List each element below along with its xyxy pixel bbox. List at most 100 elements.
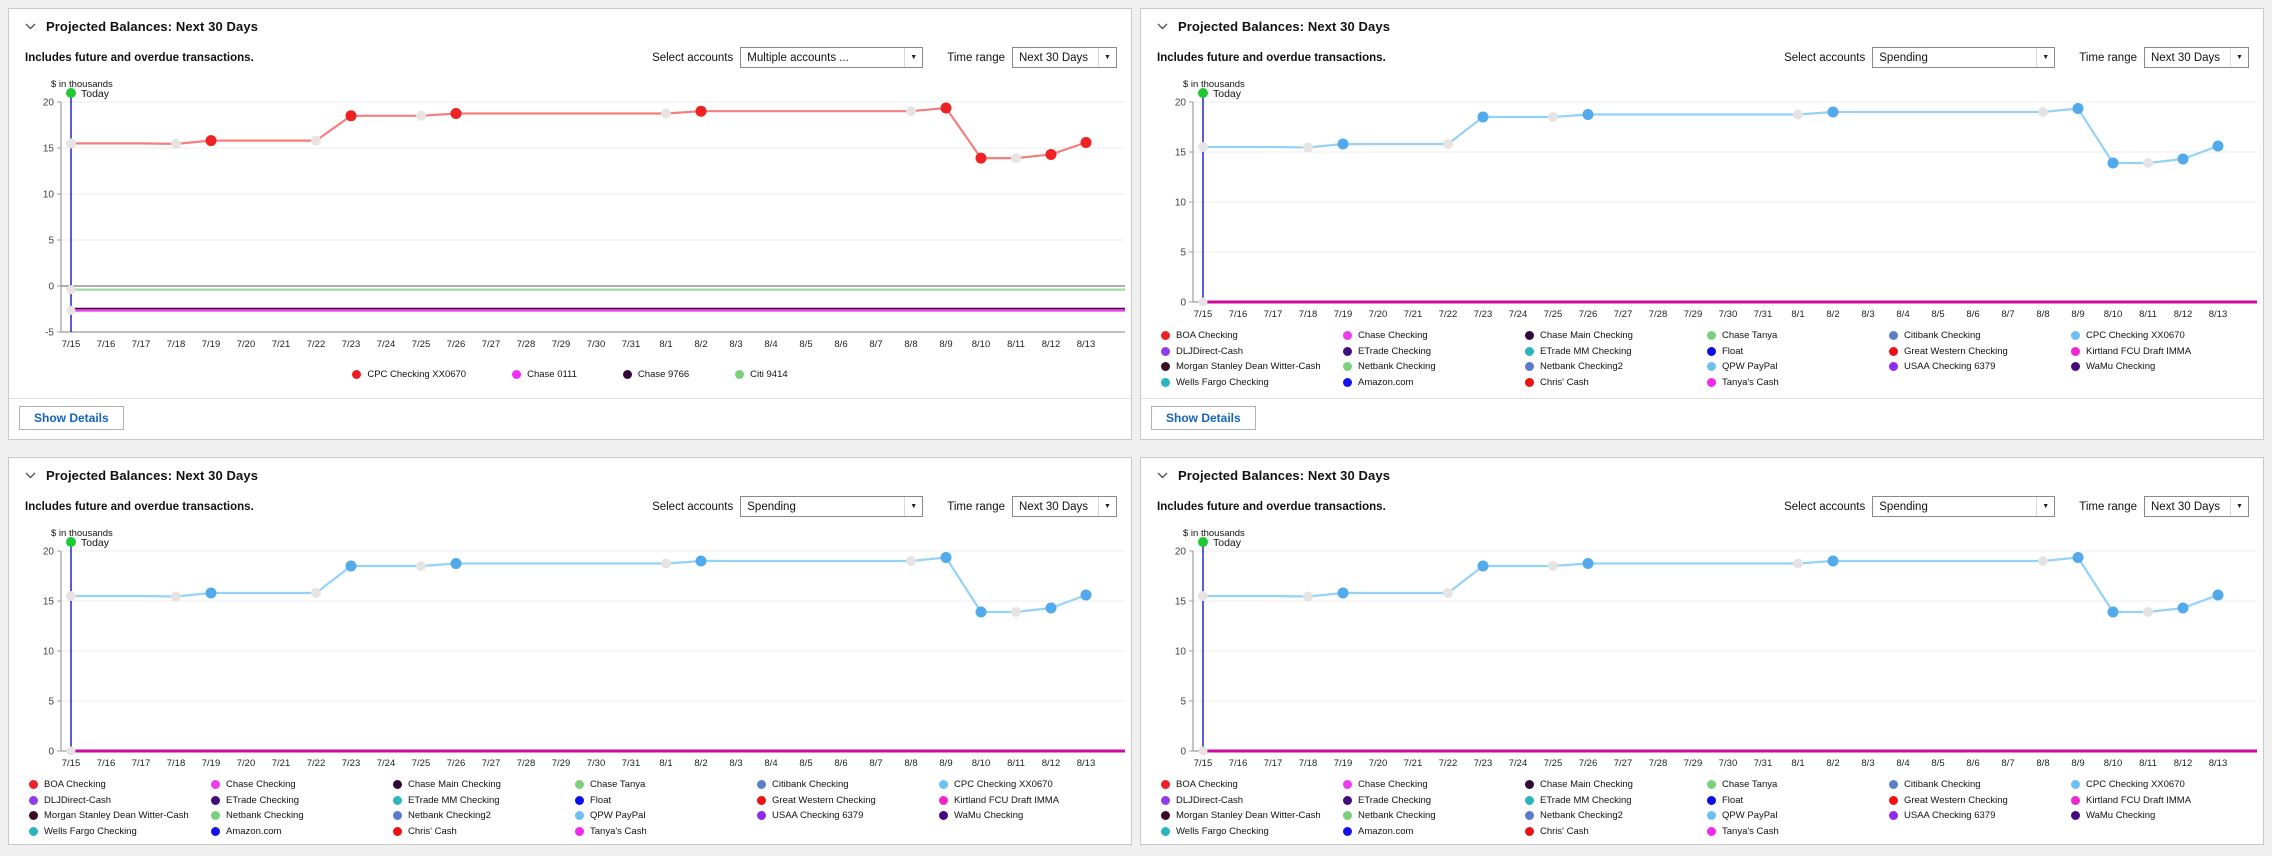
x-tick-label: 7/22: [307, 339, 326, 350]
legend-item: WaMu Checking: [2071, 361, 2253, 372]
legend-label: Chase Main Checking: [1540, 330, 1633, 341]
legend-label: Chase 9766: [637, 369, 690, 380]
legend-dot-icon: [2071, 346, 2080, 356]
legend-label: Netbank Checking: [1358, 810, 1436, 821]
legend-item: Chase Main Checking: [393, 779, 575, 790]
collapse-chevron-icon[interactable]: [25, 23, 36, 30]
legend-dot-icon: [1343, 346, 1352, 356]
legend-dot-icon: [1161, 377, 1170, 387]
projected-balance-line: [1203, 107, 2219, 165]
legend-label: Great Western Checking: [1904, 794, 2008, 806]
x-tick-label: 7/23: [1474, 309, 1493, 320]
legend-item: Netbank Checking2: [1525, 810, 1707, 821]
legend-label: Tanya's Cash: [1722, 376, 1779, 388]
panel-title: Projected Balances: Next 30 Days: [46, 468, 259, 483]
x-tick-label: 7/27: [482, 758, 501, 769]
legend-label: Netbank Checking: [226, 810, 304, 821]
x-tick-label: 8/8: [904, 339, 917, 350]
legend-item: Citibank Checking: [1889, 779, 2071, 790]
legend-item: Chase Tanya: [575, 779, 757, 790]
data-point: [450, 558, 462, 569]
legend-item: Morgan Stanley Dean Witter-Cash: [1161, 810, 1343, 821]
chart-spending: 20 15 10 5 0 7/15 7/16 7/17 7/18 7/19 7/20 7/21 7/22…: [1175, 79, 2257, 320]
x-tick-label: 8/1: [1791, 309, 1804, 320]
legend-item: Float: [1707, 346, 1889, 357]
time-range-dropdown[interactable]: Next 30 Days ▼: [2144, 496, 2249, 517]
x-tick-label: 7/19: [1334, 758, 1353, 769]
select-accounts-dropdown[interactable]: Spending ▼: [1872, 47, 2056, 68]
legend-label: USAA Checking 6379: [1904, 361, 1996, 372]
data-point: [1337, 587, 1349, 599]
legend-label: Citi 9414: [750, 369, 788, 380]
legend-dot-icon: [575, 826, 584, 836]
panel-footer: Show Details: [1141, 398, 2263, 439]
data-point: [940, 102, 952, 114]
time-range-dropdown[interactable]: Next 30 Days ▼: [1012, 47, 1117, 68]
time-range-label: Time range: [947, 51, 1005, 64]
legend-item: Float: [575, 795, 757, 806]
show-details-button[interactable]: Show Details: [19, 406, 124, 430]
select-accounts-value: Multiple accounts ...: [747, 51, 849, 64]
x-tick-label: 8/8: [2036, 758, 2049, 769]
y-tick-label: 20: [43, 98, 55, 109]
legend-label: Chase Checking: [1358, 779, 1428, 790]
legend-item: Morgan Stanley Dean Witter-Cash: [29, 810, 211, 821]
x-tick-label: 8/2: [1826, 758, 1839, 769]
legend-label: Kirtland FCU Draft IMMA: [2086, 794, 2192, 806]
collapse-chevron-icon[interactable]: [25, 472, 36, 479]
x-tick-label: 8/7: [2001, 758, 2014, 769]
x-tick-label: 8/10: [2104, 309, 2123, 320]
x-tick-label: 7/28: [1649, 309, 1668, 320]
data-point: [345, 110, 357, 122]
data-point: [695, 555, 707, 567]
projected-balances-panel-top-right: Projected Balances: Next 30 Days Include…: [1140, 8, 2264, 440]
x-tick-label: 8/7: [2001, 309, 2014, 320]
x-tick-label: 7/15: [62, 758, 81, 769]
legend-dot-icon: [1889, 795, 1898, 805]
chart-legend: BOA Checking Chase Checking Chase Main Che…: [9, 773, 1131, 837]
legend-label: USAA Checking 6379: [772, 810, 864, 821]
select-accounts-dropdown[interactable]: Multiple accounts ... ▼: [740, 47, 924, 68]
legend-item: USAA Checking 6379: [1889, 810, 2071, 821]
x-tick-label: 8/6: [1966, 309, 1979, 320]
legend-dot-icon: [29, 780, 38, 789]
legend-dot-icon: [1889, 780, 1898, 789]
y-tick-label: 0: [48, 282, 54, 293]
legend-item: QPW PayPal: [1707, 810, 1889, 821]
collapse-chevron-icon[interactable]: [1157, 23, 1168, 30]
select-accounts-dropdown[interactable]: Spending ▼: [740, 496, 924, 517]
panel-title: Projected Balances: Next 30 Days: [1178, 468, 1391, 483]
show-details-button[interactable]: Show Details: [1151, 406, 1256, 430]
select-accounts-dropdown[interactable]: Spending ▼: [1872, 496, 2056, 517]
data-point: [450, 108, 462, 119]
legend-label: CPC Checking XX0670: [954, 779, 1053, 790]
legend-item: BOA Checking: [1161, 779, 1343, 790]
panel-header: Projected Balances: Next 30 Days: [9, 9, 1131, 34]
legend-dot-icon: [575, 780, 584, 789]
legend-label: Amazon.com: [1358, 376, 1414, 388]
legend-item: Netbank Checking: [1343, 810, 1525, 821]
legend-label: Float: [1722, 794, 1744, 806]
legend-label: Float: [590, 794, 612, 806]
legend-label: Chris' Cash: [408, 825, 457, 837]
legend-dot-icon: [2071, 811, 2080, 820]
x-tick-label: 8/13: [1077, 339, 1096, 350]
legend-item: Chase Tanya: [1707, 779, 1889, 790]
data-point-pale: [1198, 591, 1208, 601]
x-tick-label: 8/12: [1042, 758, 1061, 769]
legend-label: Chase Tanya: [590, 779, 646, 790]
time-range-dropdown[interactable]: Next 30 Days ▼: [1012, 496, 1117, 517]
x-tick-label: 8/3: [729, 758, 742, 769]
projected-balances-panel-bottom-right: Projected Balances: Next 30 Days Include…: [1140, 457, 2264, 845]
legend-item: Chase Tanya: [1707, 330, 1889, 341]
collapse-chevron-icon[interactable]: [1157, 472, 1168, 479]
x-tick-label: 7/22: [307, 758, 326, 769]
legend-dot-icon: [211, 826, 220, 836]
legend-label: Chase 0111: [527, 369, 577, 380]
x-tick-label: 7/29: [1684, 309, 1703, 320]
data-point: [205, 135, 217, 147]
data-point-pale: [661, 108, 671, 119]
legend-item: ETrade MM Checking: [1525, 346, 1707, 357]
legend-dot-icon: [29, 795, 38, 805]
time-range-dropdown[interactable]: Next 30 Days ▼: [2144, 47, 2249, 68]
